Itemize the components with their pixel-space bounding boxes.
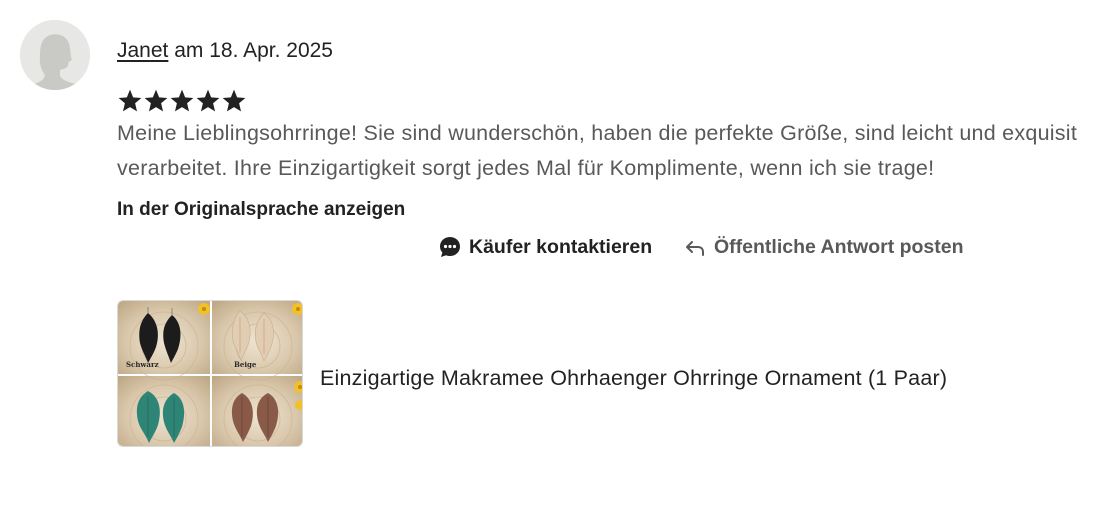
public-reply-button[interactable]: Öffentliche Antwort posten	[684, 234, 964, 260]
star-icon	[196, 89, 220, 112]
earrings-collage-image: Schwarz Beige	[118, 301, 302, 446]
chat-bubble-icon	[440, 237, 460, 257]
product-title-link[interactable]: Einzigartige Makramee Ohrhaenger Ohrring…	[320, 364, 947, 392]
thumbnail-label-beige: Beige	[234, 360, 257, 369]
contact-buyer-label: Käufer kontaktieren	[469, 235, 653, 258]
product-thumbnail[interactable]: Schwarz Beige	[117, 300, 303, 447]
show-original-language-link[interactable]: In der Originalsprache anzeigen	[117, 199, 405, 221]
person-silhouette-icon	[20, 20, 90, 90]
public-reply-label: Öffentliche Antwort posten	[714, 235, 964, 258]
review-date: am 18. Apr. 2025	[168, 39, 333, 62]
star-icon	[118, 89, 142, 112]
reply-arrow-icon	[686, 241, 704, 256]
review-header: Janet am 18. Apr. 2025	[117, 37, 333, 65]
star-icon	[170, 89, 194, 112]
reviewer-avatar[interactable]	[20, 20, 90, 90]
thumbnail-label-black: Schwarz	[126, 360, 159, 369]
review-text: Meine Lieblingsohrringe! Sie sind wunder…	[117, 121, 1078, 180]
star-icon	[144, 89, 168, 112]
contact-buyer-button[interactable]: Käufer kontaktieren	[439, 234, 652, 260]
star-rating	[117, 88, 247, 114]
reviewer-name-link[interactable]: Janet	[117, 39, 168, 62]
star-icon	[222, 89, 246, 112]
